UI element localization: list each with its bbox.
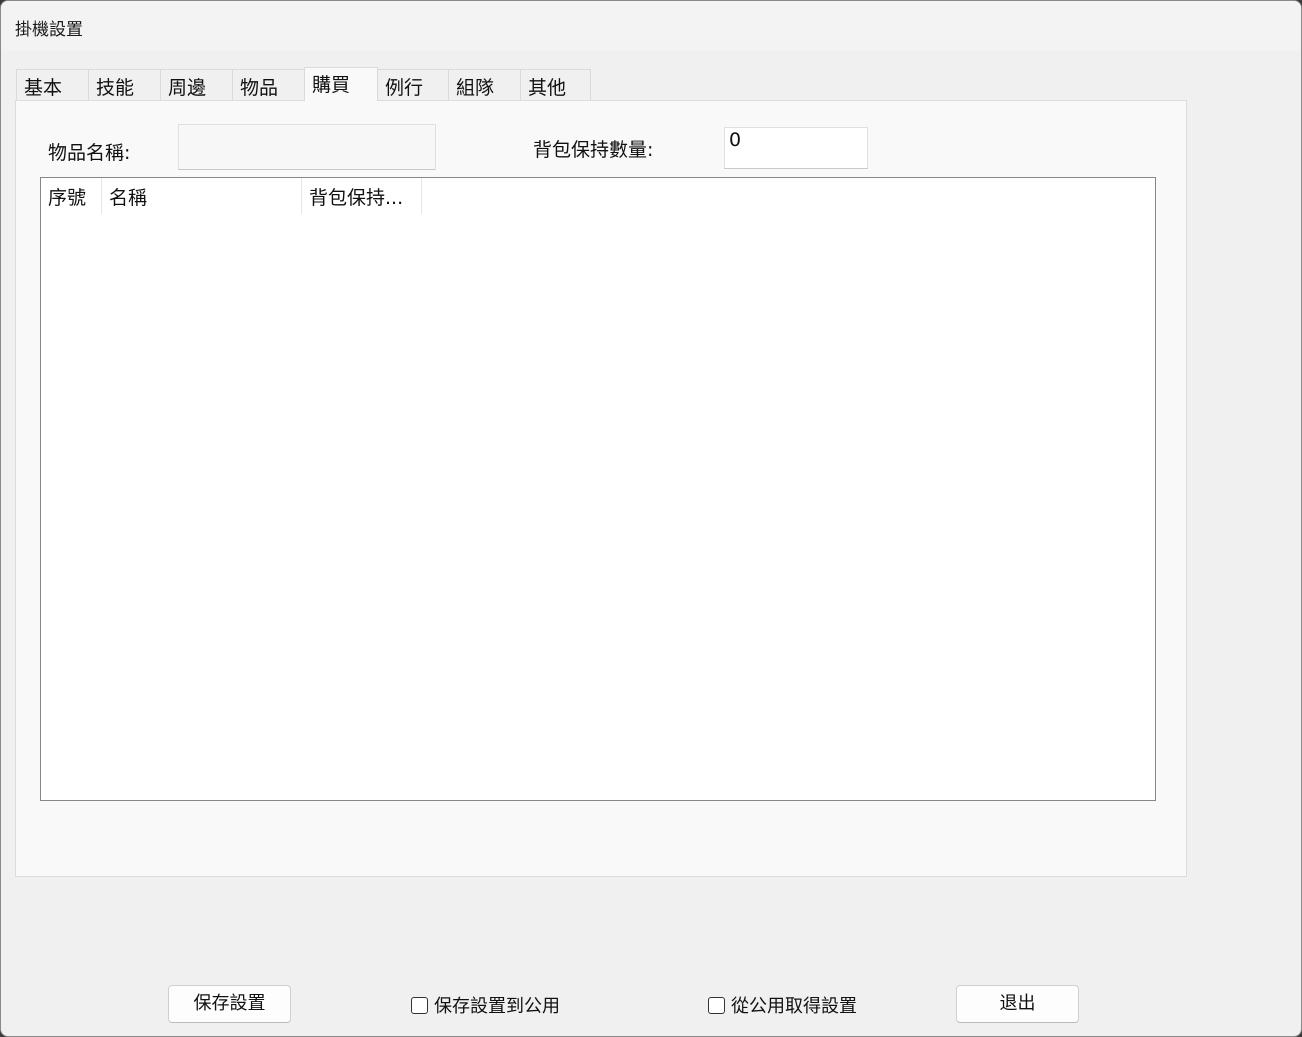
- tab-surroundings[interactable]: 周邊: [160, 69, 233, 100]
- tab-skills[interactable]: 技能: [88, 69, 161, 100]
- settings-window: 掛機設置 基本 技能 周邊 物品 購買 例行 組隊 其他 物品名稱: 背包保持數…: [0, 0, 1302, 1037]
- save-to-public-checkbox[interactable]: [411, 996, 428, 1014]
- save-to-public-option[interactable]: 保存設置到公用: [411, 992, 560, 1018]
- tab-party[interactable]: 組隊: [448, 69, 521, 100]
- load-from-public-option[interactable]: 從公用取得設置: [708, 992, 857, 1018]
- title-bar[interactable]: 掛機設置: [1, 1, 1301, 51]
- save-settings-button[interactable]: 保存設置: [168, 985, 291, 1023]
- purchase-list[interactable]: 序號 名稱 背包保持...: [40, 177, 1156, 801]
- tab-items[interactable]: 物品: [232, 69, 305, 100]
- save-to-public-label[interactable]: 保存設置到公用: [434, 992, 560, 1018]
- column-header-index[interactable]: 序號: [41, 178, 102, 214]
- item-name-input[interactable]: [178, 124, 436, 170]
- keep-qty-input[interactable]: [724, 127, 868, 169]
- tab-routine[interactable]: 例行: [377, 69, 449, 100]
- item-name-label: 物品名稱:: [48, 142, 131, 164]
- exit-button[interactable]: 退出: [956, 985, 1079, 1023]
- tab-basic[interactable]: 基本: [16, 69, 89, 100]
- keep-qty-label: 背包保持數量:: [533, 139, 654, 161]
- tab-other[interactable]: 其他: [520, 69, 591, 100]
- purchase-tab-panel: 物品名稱: 背包保持數量: 序號 名稱 背包保持...: [15, 100, 1187, 877]
- column-header-keep-qty[interactable]: 背包保持...: [302, 178, 422, 214]
- load-from-public-checkbox[interactable]: [708, 996, 725, 1014]
- window-title: 掛機設置: [15, 20, 83, 40]
- column-header-name[interactable]: 名稱: [102, 178, 302, 214]
- load-from-public-label[interactable]: 從公用取得設置: [731, 992, 857, 1018]
- tab-purchase[interactable]: 購買: [304, 67, 378, 101]
